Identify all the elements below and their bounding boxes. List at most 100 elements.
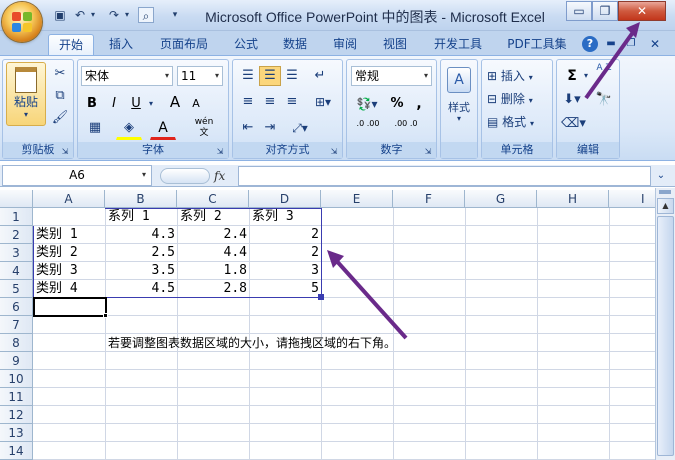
increase-indent-icon[interactable]: ⇥ — [259, 118, 281, 138]
cell-a4[interactable]: 类别 3 — [36, 262, 78, 280]
row-header[interactable]: 5 — [0, 280, 33, 298]
row-header[interactable]: 7 — [0, 316, 33, 334]
align-center-icon[interactable]: ≡ — [259, 92, 281, 112]
cell-a3[interactable]: 类别 2 — [36, 244, 78, 262]
cell-c3[interactable]: 4.4 — [177, 244, 247, 262]
cell-b2[interactable]: 4.3 — [105, 226, 175, 244]
chevron-down-icon[interactable]: ▾ — [138, 167, 150, 183]
wrap-text-icon[interactable]: ↵ — [309, 66, 331, 86]
cell-a2[interactable]: 类别 1 — [36, 226, 78, 244]
formula-expand-slider[interactable] — [160, 168, 210, 184]
active-cell-a6[interactable] — [33, 297, 107, 317]
redo-icon[interactable]: ↷ — [106, 7, 122, 23]
tab-data[interactable]: 数据 — [274, 34, 316, 55]
tab-insert[interactable]: 插入 — [100, 34, 142, 55]
font-color-button[interactable]: A — [150, 118, 176, 140]
dialog-launcher-icon[interactable]: ⇲ — [59, 144, 71, 158]
font-size-combo[interactable]: 11 ▾ — [177, 66, 223, 86]
decrease-indent-icon[interactable]: ⇤ — [237, 118, 259, 138]
scroll-up-arrow-icon[interactable]: ▲ — [657, 198, 674, 214]
undo-dropdown-icon[interactable]: ▾ — [88, 7, 98, 23]
fill-icon[interactable]: ⬇▾ — [560, 90, 584, 110]
percent-button[interactable]: % — [387, 94, 407, 114]
cell-d1[interactable]: 系列 3 — [252, 208, 294, 226]
cell-c1[interactable]: 系列 2 — [180, 208, 222, 226]
cell-b4[interactable]: 3.5 — [105, 262, 175, 280]
restore-button[interactable]: ❐ — [592, 1, 618, 21]
cell-d3[interactable]: 2 — [249, 244, 319, 262]
delete-cells-button[interactable]: ⊟ 删除 ▾ — [486, 89, 550, 111]
column-header[interactable]: D — [249, 190, 321, 208]
vertical-scrollbar[interactable]: ▲ — [655, 188, 675, 460]
phonetic-guide-button[interactable]: wén 文 — [188, 116, 220, 140]
autosum-button[interactable]: Σ — [560, 66, 584, 86]
row-header[interactable]: 13 — [0, 424, 33, 442]
cell-d5[interactable]: 5 — [249, 280, 319, 298]
tab-review[interactable]: 审阅 — [324, 34, 366, 55]
bold-button[interactable]: B — [82, 94, 102, 114]
comma-button[interactable]: , — [409, 94, 429, 114]
shrink-font-button[interactable]: A — [186, 94, 206, 114]
paste-button[interactable]: 粘贴 ▾ — [6, 62, 46, 126]
tab-home[interactable]: 开始 — [48, 34, 94, 55]
split-box[interactable] — [659, 190, 671, 194]
dialog-launcher-icon[interactable]: ⇲ — [422, 144, 434, 158]
accounting-format-icon[interactable]: 💱▾ — [351, 94, 383, 114]
customize-quick-access-icon[interactable]: ▾ — [170, 7, 180, 23]
column-header[interactable]: A — [33, 190, 105, 208]
sort-filter-button[interactable]: A Z — [591, 62, 617, 75]
column-header[interactable]: E — [321, 190, 393, 208]
cell-d4[interactable]: 3 — [249, 262, 319, 280]
column-header[interactable]: G — [465, 190, 537, 208]
cell-b3[interactable]: 2.5 — [105, 244, 175, 262]
close-button[interactable]: ✕ — [618, 1, 666, 21]
tab-formulas[interactable]: 公式 — [226, 34, 266, 55]
format-painter-icon[interactable]: 🖌 — [50, 108, 70, 126]
worksheet-grid[interactable]: A B C D E F G H I 1 2 3 4 5 6 7 8 9 10 1… — [0, 190, 655, 460]
row-header[interactable]: 10 — [0, 370, 33, 388]
row-header[interactable]: 12 — [0, 406, 33, 424]
save-icon[interactable]: ▣ — [52, 7, 68, 23]
select-all-corner[interactable] — [0, 190, 33, 208]
merge-center-icon[interactable]: ⊞▾ — [309, 92, 337, 112]
formula-input[interactable] — [238, 166, 651, 186]
row-header[interactable]: 2 — [0, 226, 33, 244]
ribbon-restore-icon[interactable]: ❐ — [624, 34, 638, 55]
redo-dropdown-icon[interactable]: ▾ — [122, 7, 132, 23]
cell-d2[interactable]: 2 — [249, 226, 319, 244]
decrease-decimal-button[interactable]: .00 .0 — [389, 118, 423, 129]
cell-c2[interactable]: 2.4 — [177, 226, 247, 244]
column-header[interactable]: I — [609, 190, 655, 208]
align-middle-icon[interactable]: ☰ — [259, 66, 281, 86]
cell-c4[interactable]: 1.8 — [177, 262, 247, 280]
number-format-combo[interactable]: 常规 ▾ — [351, 66, 432, 86]
tab-pdf-tools[interactable]: PDF工具集 — [500, 34, 574, 55]
office-button[interactable] — [2, 2, 42, 42]
row-header[interactable]: 3 — [0, 244, 33, 262]
italic-button[interactable]: I — [104, 94, 124, 114]
dialog-launcher-icon[interactable]: ⇲ — [214, 144, 226, 158]
row-header[interactable]: 9 — [0, 352, 33, 370]
align-bottom-icon[interactable]: ☰ — [281, 66, 303, 86]
align-top-icon[interactable]: ☰ — [237, 66, 259, 86]
undo-icon[interactable]: ↶ — [72, 7, 88, 23]
scroll-thumb[interactable] — [657, 216, 674, 456]
fill-handle[interactable] — [103, 313, 108, 318]
align-right-icon[interactable]: ≡ — [281, 92, 303, 112]
row-header[interactable]: 14 — [0, 442, 33, 460]
workbook-close-icon[interactable]: ✕ — [648, 34, 662, 55]
align-left-icon[interactable]: ≡ — [237, 92, 259, 112]
orientation-icon[interactable]: ⤢▾ — [285, 118, 315, 138]
borders-icon[interactable]: ▦ — [82, 118, 108, 138]
row-header[interactable]: 8 — [0, 334, 33, 352]
print-preview-icon[interactable]: ⌕ — [138, 7, 154, 23]
chevron-down-icon[interactable]: ▾ — [146, 94, 156, 114]
row-header[interactable]: 4 — [0, 262, 33, 280]
clear-icon[interactable]: ⌫▾ — [560, 114, 586, 134]
column-header[interactable]: H — [537, 190, 609, 208]
cell-b5[interactable]: 4.5 — [105, 280, 175, 298]
column-header[interactable]: C — [177, 190, 249, 208]
dialog-launcher-icon[interactable]: ⇲ — [328, 144, 340, 158]
row-header[interactable]: 6 — [0, 298, 33, 316]
row-header[interactable]: 1 — [0, 208, 33, 226]
